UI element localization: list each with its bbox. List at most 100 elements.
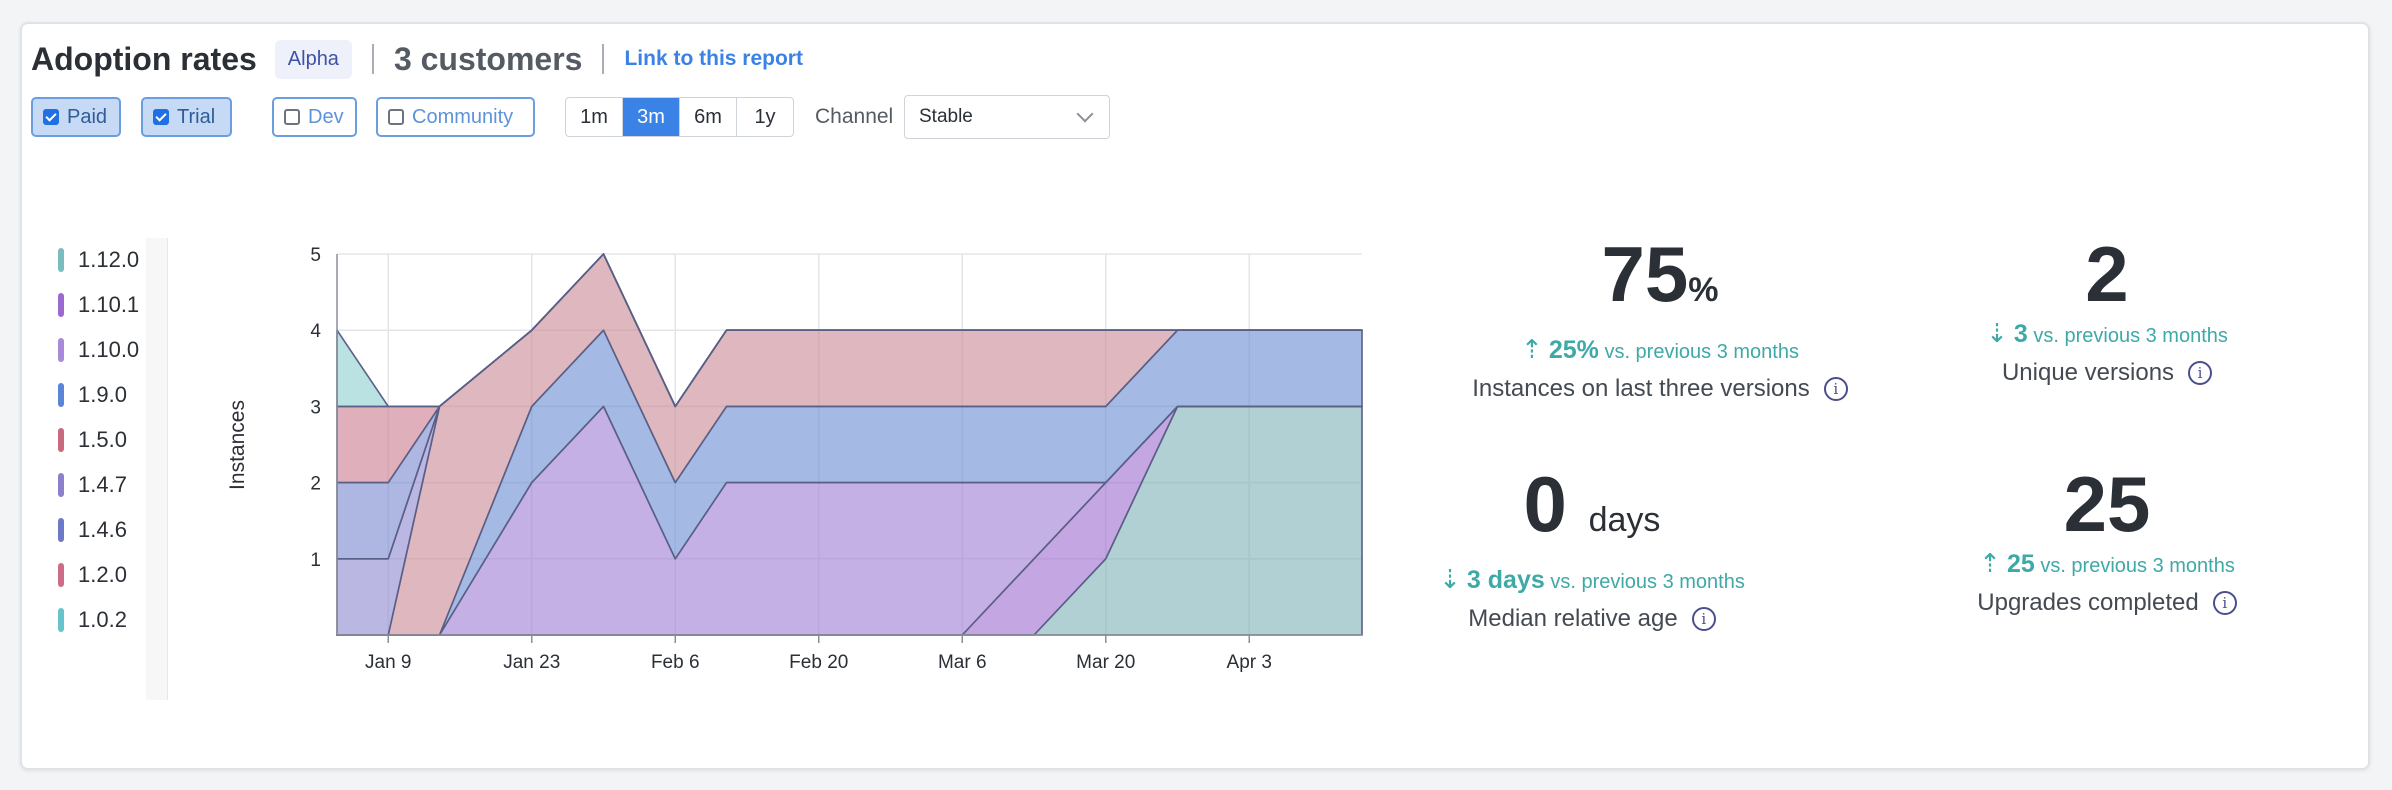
delta-text: vs. previous 3 months	[2033, 325, 2228, 347]
delta-value: 3	[2013, 320, 2028, 348]
legend-item-1-4-7[interactable]: 1.4.7	[58, 470, 127, 500]
filter-label: Community	[412, 105, 514, 128]
metric-delta: ⇣ 3 days vs. previous 3 months	[1392, 564, 1792, 597]
x-tick-label: Jan 23	[503, 652, 560, 673]
y-tick-label: 1	[310, 550, 321, 571]
legend-item-1-2-0[interactable]: 1.2.0	[58, 560, 127, 590]
delta-value: 25	[2006, 550, 2035, 578]
legend-item-1-0-2[interactable]: 1.0.2	[58, 605, 127, 635]
info-icon[interactable]: i	[1691, 607, 1716, 631]
legend-label: 1.12.0	[78, 247, 140, 272]
metric-upgrades-completed: 25 ⇡ 25 vs. previous 3 months Upgrades co…	[1907, 462, 2307, 617]
filter-community-checkbox[interactable]: Community	[376, 97, 535, 137]
legend-item-1-4-6[interactable]: 1.4.6	[58, 515, 127, 545]
chart-areas	[336, 253, 1363, 636]
divider	[602, 44, 605, 74]
legend-scrollbar[interactable]	[146, 238, 168, 700]
checkbox-icon	[284, 109, 300, 125]
metric-value: 75%	[1460, 232, 1860, 332]
range-3m-button[interactable]: 3m	[623, 98, 680, 136]
info-icon[interactable]: i	[2212, 591, 2237, 615]
metric-delta: ⇡ 25% vs. previous 3 months	[1460, 334, 1860, 367]
legend-item-1-12-0[interactable]: 1.12.0	[58, 245, 139, 275]
channel-select[interactable]: Stable	[904, 95, 1110, 139]
y-tick-label: 2	[310, 474, 321, 495]
value-unit: days	[1588, 501, 1661, 539]
arrow-up-icon: ⇡	[1521, 334, 1543, 364]
legend-label: 1.4.6	[78, 517, 127, 542]
legend-item-1-9-0[interactable]: 1.9.0	[58, 380, 127, 410]
x-tick-label: Mar 20	[1076, 652, 1135, 673]
y-tick-label: 5	[310, 245, 321, 266]
legend-item-1-10-0[interactable]: 1.10.0	[58, 335, 139, 365]
filter-label: Trial	[177, 105, 216, 128]
checkbox-icon	[388, 109, 404, 125]
legend-swatch	[58, 293, 64, 317]
legend-item-1-10-1[interactable]: 1.10.1	[58, 290, 139, 320]
page-title: Adoption rates	[31, 40, 257, 77]
arrow-down-icon: ⇣	[1439, 564, 1461, 594]
legend-item-1-5-0[interactable]: 1.5.0	[58, 425, 127, 455]
value-number: 0	[1523, 460, 1567, 548]
legend-swatch	[58, 338, 64, 362]
checkbox-icon	[43, 109, 59, 125]
filter-label: Dev	[308, 105, 344, 128]
delta-text: vs. previous 3 months	[2040, 555, 2235, 577]
report-link[interactable]: Link to this report	[624, 47, 803, 71]
metric-median-relative-age: 0 days ⇣ 3 days vs. previous 3 months Med…	[1392, 462, 1792, 633]
value-unit: %	[1688, 271, 1719, 309]
legend-swatch	[58, 563, 64, 587]
legend-label: 1.0.2	[78, 607, 127, 632]
divider	[371, 44, 374, 74]
value-number: 25	[2063, 460, 2151, 548]
range-6m-button[interactable]: 6m	[680, 98, 737, 136]
metric-delta: ⇡ 25 vs. previous 3 months	[1907, 548, 2307, 581]
metric-last-three-versions: 75% ⇡ 25% vs. previous 3 months Instances…	[1460, 232, 1860, 403]
value-number: 75	[1601, 230, 1689, 318]
caption-text: Instances on last three versions	[1472, 375, 1810, 402]
x-tick-label: Feb 6	[651, 652, 700, 673]
channel-value: Stable	[919, 106, 973, 127]
legend-swatch	[58, 518, 64, 542]
legend-label: 1.10.0	[78, 337, 140, 362]
checkbox-icon	[153, 109, 169, 125]
y-tick-label: 4	[310, 321, 321, 342]
legend-swatch	[58, 473, 64, 497]
delta-text: vs. previous 3 months	[1550, 571, 1745, 593]
x-tick-label: Jan 9	[365, 652, 411, 673]
legend-label: 1.10.1	[78, 292, 140, 317]
legend-label: 1.4.7	[78, 472, 127, 497]
legend-list: 1.12.0 1.10.1 1.10.0 1.9.0 1.5.0 1.4.7 1…	[42, 238, 148, 700]
filter-toolbar: Paid Trial Dev Community 1m 3m 6m 1y Cha…	[31, 95, 1231, 139]
metric-caption: Upgrades completed i	[1907, 589, 2307, 617]
customer-count: 3 customers	[393, 40, 583, 77]
info-icon[interactable]: i	[2188, 361, 2213, 385]
metric-unique-versions: 2 ⇣ 3 vs. previous 3 months Unique versio…	[1907, 232, 2307, 387]
channel-label: Channel	[815, 105, 894, 128]
value-number: 2	[2085, 230, 2129, 318]
filter-paid-checkbox[interactable]: Paid	[31, 97, 121, 137]
filter-dev-checkbox[interactable]: Dev	[272, 97, 357, 137]
version-legend: 1.12.0 1.10.1 1.10.0 1.9.0 1.5.0 1.4.7 1…	[42, 238, 168, 700]
legend-label: 1.5.0	[78, 427, 127, 452]
y-tick-label: 3	[310, 397, 321, 418]
x-tick-label: Apr 3	[1227, 652, 1272, 673]
metric-caption: Instances on last three versions i	[1460, 375, 1860, 403]
legend-swatch	[58, 248, 64, 272]
caption-text: Upgrades completed	[1977, 589, 2199, 616]
info-icon[interactable]: i	[1823, 377, 1848, 401]
range-1m-button[interactable]: 1m	[566, 98, 623, 136]
caption-text: Unique versions	[2001, 359, 2175, 386]
filter-label: Paid	[67, 105, 108, 128]
metric-caption: Median relative age i	[1392, 605, 1792, 633]
y-axis-label: Instances	[226, 400, 249, 490]
alpha-badge: Alpha	[274, 39, 352, 79]
filter-trial-checkbox[interactable]: Trial	[141, 97, 232, 137]
metric-delta: ⇣ 3 vs. previous 3 months	[1907, 318, 2307, 351]
legend-swatch	[58, 608, 64, 632]
legend-swatch	[58, 383, 64, 407]
stacked-area-chart: 1 2 3 4 5 Jan 9 Jan 23 Feb 6 Feb 20 Mar 6 Mar 20 Ap…	[226, 245, 1363, 673]
range-1y-button[interactable]: 1y	[737, 98, 793, 136]
legend-swatch	[58, 428, 64, 452]
time-range-selector: 1m 3m 6m 1y	[565, 97, 794, 137]
